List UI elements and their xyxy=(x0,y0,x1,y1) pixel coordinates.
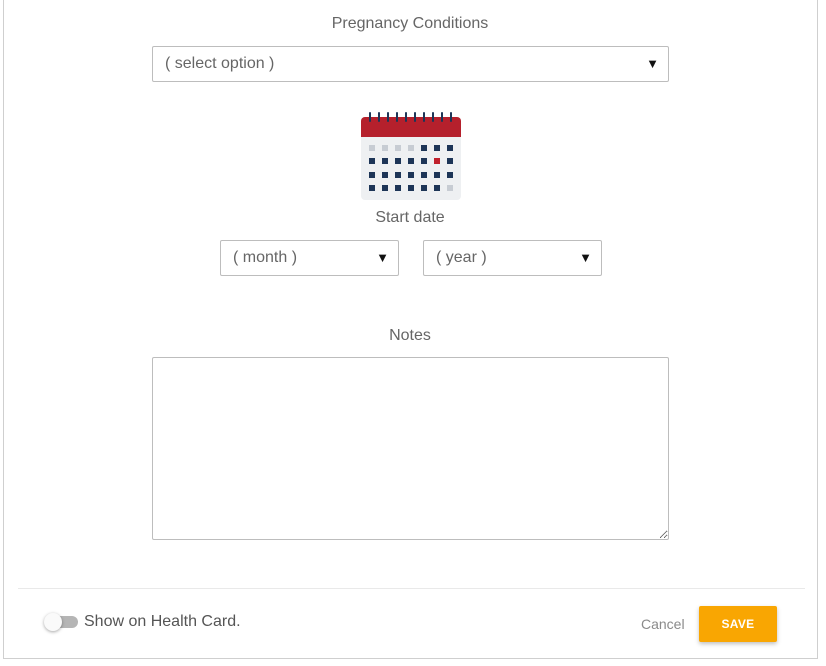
triangle-down-icon: ▼ xyxy=(376,250,389,265)
toggle-knob xyxy=(44,613,62,631)
show-on-health-card-label: Show on Health Card. xyxy=(84,613,241,630)
notes-textarea[interactable] xyxy=(152,357,669,540)
cancel-button[interactable]: Cancel xyxy=(641,616,685,632)
show-on-health-card-toggle[interactable] xyxy=(44,613,78,631)
month-select[interactable]: ( month ) ▼ xyxy=(220,240,399,276)
year-select[interactable]: ( year ) ▼ xyxy=(423,240,602,276)
start-date-label: Start date xyxy=(375,209,445,226)
triangle-down-icon: ▼ xyxy=(646,56,659,71)
triangle-down-icon: ▼ xyxy=(579,250,592,265)
pregnancy-conditions-select[interactable]: ( select option ) ▼ xyxy=(152,46,669,82)
save-button[interactable]: SAVE xyxy=(699,606,777,642)
footer-divider xyxy=(18,588,805,589)
pregnancy-conditions-label: Pregnancy Conditions xyxy=(331,15,489,32)
month-select-value: ( month ) xyxy=(233,249,298,266)
calendar-icon xyxy=(361,112,461,200)
year-select-value: ( year ) xyxy=(436,249,487,266)
pregnancy-conditions-select-value: ( select option ) xyxy=(165,55,275,72)
notes-label: Notes xyxy=(389,327,431,344)
